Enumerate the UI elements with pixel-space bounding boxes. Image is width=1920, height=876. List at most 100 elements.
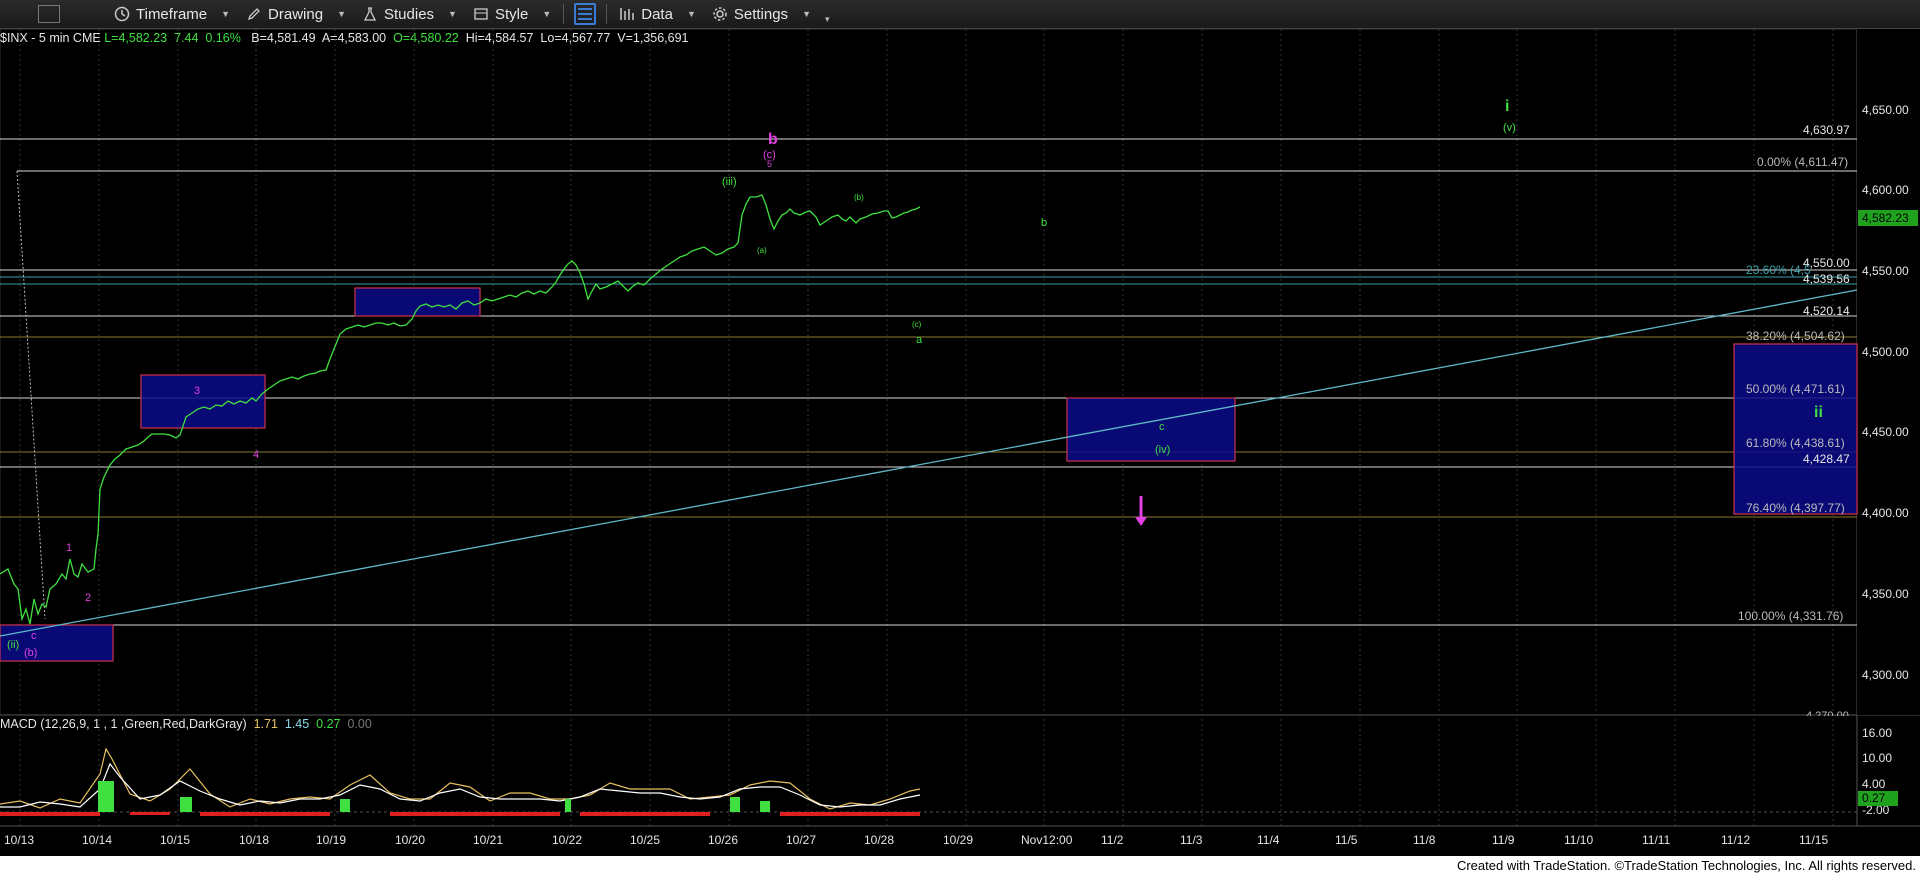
overflow-chevron-icon[interactable]: ▾ (825, 14, 830, 25)
window-icon[interactable] (38, 5, 60, 23)
date-tick: 11/11 (1642, 833, 1671, 847)
timeframe-label: Timeframe (136, 5, 208, 23)
drawing-label: Drawing (268, 5, 324, 23)
date-tick: 10/19 (316, 833, 347, 847)
date-tick: 11/9 (1492, 833, 1515, 847)
macd-tick: 16.00 (1862, 726, 1893, 740)
chevron-down-icon: ▼ (802, 9, 811, 19)
day-gridlines (19, 29, 1834, 826)
date-tick: 10/22 (552, 833, 583, 847)
date-tick: 11/8 (1413, 833, 1436, 847)
macd-title: MACD (12,26,9, 1 , 1 ,Green,Red,DarkGray… (0, 717, 247, 731)
toolbar-divider (606, 4, 608, 24)
data-label: Data (641, 5, 673, 23)
level-label: 4,428.47 (1803, 452, 1850, 466)
style-icon (473, 6, 489, 22)
fib-label: 23.60% (4,5 (1746, 263, 1811, 277)
price-chart[interactable] (0, 29, 1920, 856)
down-arrow-icon (1135, 496, 1147, 526)
toolbar: Timeframe ▼ Drawing ▼ Studies ▼ Style ▼ … (0, 0, 1920, 29)
level-label: 4,520.14 (1803, 304, 1850, 318)
layout-icon[interactable] (574, 3, 597, 25)
date-tick: 10/26 (708, 833, 739, 847)
date-tick: 10/20 (395, 833, 426, 847)
date-tick: 10/25 (630, 833, 661, 847)
level-label: 4,630.97 (1803, 123, 1850, 137)
macd-signal-value: 1.45 (284, 717, 310, 731)
pencil-icon (246, 6, 262, 22)
style-menu[interactable]: Style ▼ (465, 0, 559, 29)
date-tick: 10/28 (864, 833, 895, 847)
wave-label: i (1505, 98, 1510, 115)
date-tick: 10/27 (786, 833, 817, 847)
date-tick: Nov12:00 (1021, 833, 1073, 847)
wave-label: (c) (912, 320, 922, 329)
wave-label: (iv) (1155, 444, 1171, 456)
fib-label: 50.00% (4,471.61) (1746, 382, 1845, 396)
data-bars-icon (619, 6, 635, 22)
macd-value: 1.71 (253, 717, 278, 731)
wave-label: (iii) (722, 176, 737, 188)
wave-label: (ii) (7, 639, 20, 651)
clock-icon (114, 6, 130, 22)
footer-credit: Created with TradeStation. ©TradeStation… (0, 856, 1920, 876)
fib-label: 0.00% (4,611.47) (1757, 155, 1849, 169)
wave-label: 5 (767, 159, 773, 169)
chevron-down-icon: ▼ (448, 9, 457, 19)
price-tick: 4,500.00 (1862, 345, 1909, 359)
wave-label: (b) (854, 193, 864, 202)
date-tick: 10/21 (473, 833, 504, 847)
wave-label: a (916, 334, 923, 346)
price-tick: 4,550.00 (1862, 264, 1909, 278)
date-tick: 11/15 (1799, 833, 1829, 847)
wave-label: (b) (24, 647, 38, 659)
wave-label: c (1159, 421, 1165, 433)
trend-line (0, 289, 1858, 637)
flask-icon (362, 6, 378, 22)
fib-label: 4,270.00 (1806, 710, 1849, 716)
price-tick: 4,600.00 (1862, 183, 1909, 197)
date-tick: 10/29 (943, 833, 974, 847)
date-tick: 11/2 (1101, 833, 1124, 847)
date-tick: 11/12 (1721, 833, 1751, 847)
data-menu[interactable]: Data ▼ (611, 0, 704, 29)
wave-label: c (31, 630, 37, 642)
chevron-down-icon: ▼ (542, 9, 552, 19)
macd-zero-value: 0.00 (347, 717, 372, 731)
studies-menu[interactable]: Studies ▼ (354, 0, 465, 29)
chevron-down-icon: ▼ (686, 9, 696, 19)
wave-label: b (1041, 217, 1048, 229)
price-tick: 4,400.00 (1862, 506, 1909, 520)
dotted-retrace-line (16, 170, 46, 620)
price-tick: 4,300.00 (1862, 668, 1909, 682)
macd-last-marker: 0.27 (1858, 791, 1898, 806)
wave-label: 3 (194, 385, 201, 397)
date-tick: 11/5 (1335, 833, 1358, 847)
date-tick: 10/18 (239, 833, 270, 847)
fib-label: 61.80% (4,438.61) (1746, 436, 1845, 450)
target-boxes (0, 287, 1858, 662)
gear-icon (712, 6, 728, 22)
date-tick: 10/14 (82, 833, 113, 847)
studies-label: Studies (384, 5, 435, 23)
date-tick: 11/4 (1257, 833, 1280, 847)
macd-tick: 4.00 (1862, 777, 1886, 791)
toolbar-divider (563, 4, 565, 24)
fib-level-lines-dim (0, 336, 1857, 518)
date-tick: 10/15 (160, 833, 191, 847)
date-tick: 11/10 (1564, 833, 1594, 847)
fib-label: 100.00% (4,331.76) (1738, 609, 1844, 623)
drawing-menu[interactable]: Drawing ▼ (238, 0, 354, 29)
timeframe-menu[interactable]: Timeframe ▼ (106, 0, 238, 29)
price-tick: 4,650.00 (1862, 103, 1909, 117)
macd-plot (0, 747, 1857, 816)
settings-menu[interactable]: Settings ▼ ▾ (704, 0, 838, 29)
settings-label: Settings (733, 5, 789, 23)
wave-label: b (768, 131, 778, 148)
date-tick: 11/3 (1180, 833, 1203, 847)
date-tick: 10/13 (4, 833, 35, 847)
wave-label: 2 (85, 592, 92, 604)
style-label: Style (494, 5, 529, 23)
chevron-down-icon: ▼ (221, 9, 231, 19)
wave-label: 1 (66, 542, 73, 554)
